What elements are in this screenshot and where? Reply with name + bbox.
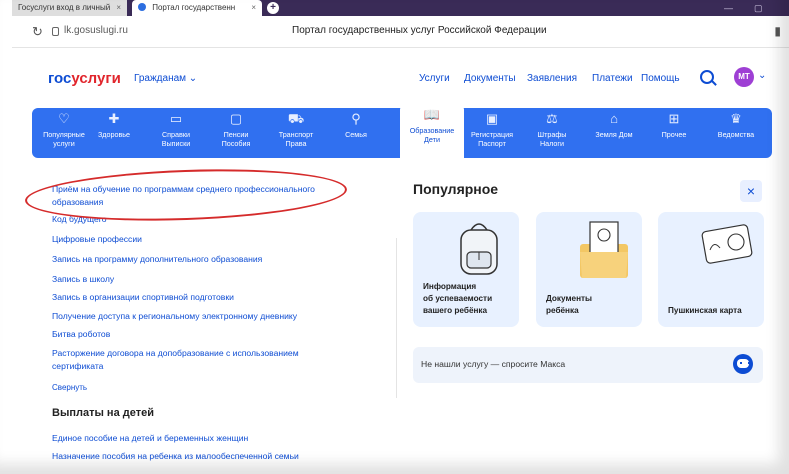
url-field[interactable]: lk.gosuslugi.ru — [64, 25, 128, 36]
card-label: Информация об успеваемости вашего ребёнк… — [423, 282, 493, 315]
search-icon[interactable] — [700, 70, 714, 84]
minimize-icon[interactable]: — — [724, 0, 733, 16]
category-label: Прочее — [661, 130, 687, 139]
category-family[interactable]: ⚲ Семья — [324, 108, 388, 158]
chevron-down-icon[interactable]: ⌄ — [758, 70, 766, 81]
bookmark-icon[interactable]: ▮ — [774, 24, 781, 38]
backpack-icon — [460, 223, 498, 275]
ask-assistant-bar[interactable]: Не нашли услугу — спросите Макса — [413, 347, 763, 383]
popular-card-child-documents[interactable]: Документы ребёнка — [536, 212, 642, 327]
nav-services[interactable]: Услуги — [419, 73, 450, 84]
popular-heading: Популярное — [413, 181, 499, 197]
gavel-icon: ⚖ — [546, 111, 558, 126]
category-agencies[interactable]: ♛ Ведомства — [704, 108, 768, 158]
site-header: госуслуги Гражданам ⌄ Услуги Документы З… — [12, 60, 789, 100]
category-fines[interactable]: ⚖ Штрафы Налоги — [520, 108, 584, 158]
browser-tab-strip: Госуслуги вход в личный × Портал государ… — [12, 0, 789, 16]
service-link-sports[interactable]: Запись в организации спортивной подготов… — [52, 291, 234, 304]
car-icon: ⛟ — [287, 111, 305, 126]
category-label: Регистрация Паспорт — [470, 130, 513, 148]
favicon-icon — [138, 3, 146, 11]
grid-icon: ⊞ — [668, 111, 680, 126]
logo-part-uslugi: услуги — [71, 70, 121, 87]
category-label: Здоровье — [97, 130, 131, 139]
service-link-e-diary[interactable]: Получение доступа к региональному электр… — [52, 310, 297, 323]
wallet-icon: ▢ — [229, 111, 243, 126]
new-tab-button[interactable]: + — [267, 2, 279, 14]
tab-label: Госуслуги вход в личный — [18, 3, 111, 12]
nav-help[interactable]: Помощь — [641, 73, 680, 84]
passport-icon: ▣ — [485, 111, 499, 126]
nav-documents[interactable]: Документы — [464, 73, 516, 84]
red-annotation-circle — [24, 164, 348, 226]
tab-close-icon[interactable]: × — [251, 0, 256, 16]
ask-assistant-text: Не нашли услугу — спросите Макса — [421, 359, 566, 369]
browser-tab[interactable]: Госуслуги вход в личный × — [12, 0, 127, 16]
category-label: Штрафы Налоги — [537, 130, 567, 148]
category-health[interactable]: ✚ Здоровье — [82, 108, 146, 158]
collapse-link[interactable]: Свернуть — [52, 383, 87, 392]
logo-part-gos: гос — [48, 70, 72, 87]
category-label: Образование Дети — [409, 126, 455, 144]
book-icon: 📖 — [423, 107, 441, 122]
gosuslugi-logo[interactable]: госуслуги — [48, 70, 121, 87]
tab-close-icon[interactable]: × — [116, 0, 121, 16]
category-label: Пенсии Пособия — [221, 130, 251, 148]
category-registration[interactable]: ▣ Регистрация Паспорт — [460, 108, 524, 158]
browser-tab-active[interactable]: Портал государственн × — [132, 0, 262, 16]
column-divider — [396, 238, 397, 398]
close-icon[interactable]: × — [740, 180, 762, 202]
card-label: Пушкинская карта — [668, 306, 742, 315]
stroller-icon: ⚲ — [351, 111, 361, 126]
category-label: Популярные услуги — [43, 130, 85, 148]
category-label: Ведомства — [717, 130, 755, 139]
emblem-icon: ♛ — [730, 111, 742, 126]
payment-link-low-income[interactable]: Назначение пособия на ребенка из малообе… — [52, 450, 299, 463]
service-link-digital-professions[interactable]: Цифровые профессии — [52, 233, 142, 246]
lock-icon[interactable] — [52, 27, 59, 36]
service-link-robot-battle[interactable]: Битва роботов — [52, 328, 110, 341]
tab-label: Портал государственн — [152, 3, 236, 12]
maximize-icon[interactable]: ▢ — [754, 0, 763, 16]
category-label: Семья — [345, 130, 367, 139]
section-heading-payments: Выплаты на детей — [52, 407, 154, 419]
folder-icon: ▭ — [169, 111, 183, 126]
service-link-extra-education[interactable]: Запись на программу дополнительного обра… — [52, 253, 262, 266]
nav-applications[interactable]: Заявления — [527, 73, 577, 84]
service-link-contract-termination-cont[interactable]: сертификата — [52, 360, 103, 373]
robot-assistant-icon[interactable] — [733, 354, 753, 374]
category-label: Справки Выписки — [161, 130, 191, 148]
documents-folder-icon — [580, 221, 628, 278]
card-label: Документы ребёнка — [546, 294, 593, 315]
service-link-contract-termination[interactable]: Расторжение договора на допобразование с… — [52, 347, 299, 360]
nav-payments[interactable]: Платежи — [592, 73, 633, 84]
category-label: Транспорт Права — [278, 130, 314, 148]
category-pensions[interactable]: ▢ Пенсии Пособия — [204, 108, 268, 158]
category-land[interactable]: ⌂ Земля Дом — [582, 108, 646, 158]
house-icon: ⌂ — [610, 111, 618, 126]
reload-icon[interactable]: ↻ — [32, 24, 43, 40]
popular-card-grades[interactable]: Информация об успеваемости вашего ребёнк… — [413, 212, 519, 327]
audience-dropdown[interactable]: Гражданам ⌄ — [134, 73, 197, 84]
pushkin-card-icon — [701, 224, 753, 264]
popular-card-pushkin[interactable]: Пушкинская карта — [658, 212, 764, 327]
service-link-school-enrollment[interactable]: Запись в школу — [52, 273, 114, 286]
category-label: Земля Дом — [595, 130, 633, 139]
category-other[interactable]: ⊞ Прочее — [642, 108, 706, 158]
category-bar: ♡ Популярные услуги ✚ Здоровье ▭ Справки… — [32, 104, 772, 158]
screenshot-frame: Госуслуги вход в личный × Портал государ… — [0, 0, 789, 474]
category-certificates[interactable]: ▭ Справки Выписки — [144, 108, 208, 158]
page-title: Портал государственных услуг Российской … — [292, 25, 547, 36]
payment-link-unified-allowance[interactable]: Единое пособие на детей и беременных жен… — [52, 432, 248, 445]
category-transport[interactable]: ⛟ Транспорт Права — [264, 108, 328, 158]
address-bar-row: ↻ lk.gosuslugi.ru Портал государственных… — [12, 16, 789, 48]
medical-cross-icon: ✚ — [108, 111, 120, 126]
avatar[interactable]: МТ — [734, 67, 754, 87]
category-education[interactable]: 📖 Образование Дети — [400, 104, 464, 158]
